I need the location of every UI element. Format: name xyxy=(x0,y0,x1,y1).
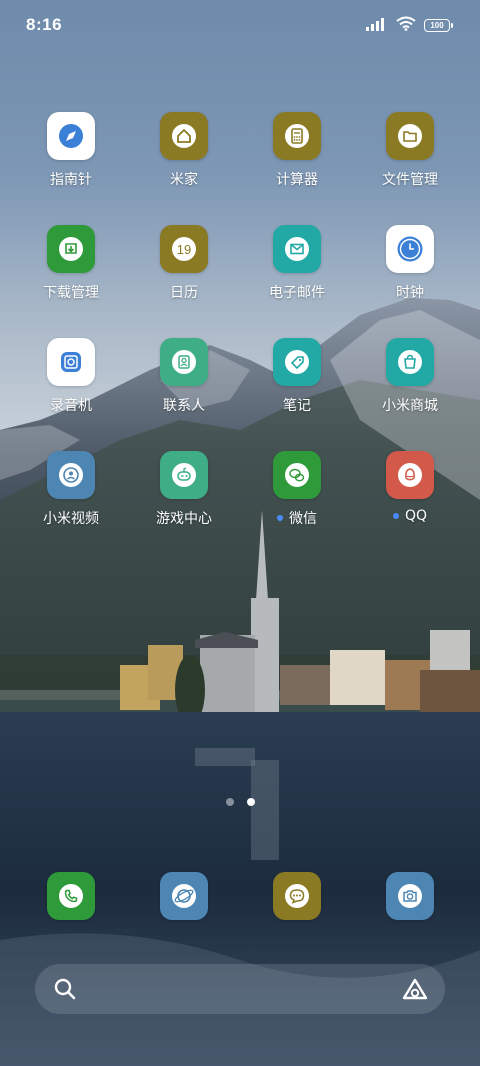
app-label: QQ xyxy=(404,508,428,524)
dock-messages[interactable] xyxy=(242,872,352,920)
new-install-dot xyxy=(392,513,399,519)
compass-icon xyxy=(47,112,95,160)
app-grid: 指南针 米家 计算器 文件管理 下载管理 19 日历 电子邮件 时钟 录音机 联… xyxy=(0,0,480,560)
app-label: 电子邮件 xyxy=(269,285,325,301)
app-clock[interactable]: 时钟 xyxy=(355,225,465,302)
app-label: 下载管理 xyxy=(43,285,99,301)
notes-tag-icon xyxy=(273,338,321,386)
new-install-dot xyxy=(277,515,283,521)
page-indicator[interactable] xyxy=(0,798,480,806)
app-label: 米家 xyxy=(170,172,198,188)
app-label: 笔记 xyxy=(283,398,311,414)
wechat-icon xyxy=(273,451,321,499)
app-label: 录音机 xyxy=(50,398,92,414)
app-label: 小米商城 xyxy=(382,398,438,414)
camera-icon xyxy=(386,872,434,920)
shopping-bag-icon xyxy=(386,338,434,386)
app-mi-store[interactable]: 小米商城 xyxy=(355,338,465,415)
global-search-bar[interactable] xyxy=(35,964,445,1014)
mail-icon xyxy=(273,225,321,273)
dock xyxy=(0,872,480,922)
app-contacts[interactable]: 联系人 xyxy=(129,338,239,415)
dock-browser[interactable] xyxy=(129,872,239,920)
app-notes[interactable]: 笔记 xyxy=(242,338,352,415)
page-dot[interactable] xyxy=(225,798,234,806)
dock-phone[interactable] xyxy=(16,872,126,920)
search-icon[interactable] xyxy=(53,977,77,1001)
app-label: 小米视频 xyxy=(43,511,99,527)
app-compass[interactable]: 指南针 xyxy=(16,112,126,189)
app-label: 联系人 xyxy=(163,398,205,414)
video-icon xyxy=(47,451,95,499)
app-wechat[interactable]: 微信 xyxy=(242,451,352,528)
app-label: 日历 xyxy=(170,285,198,301)
clock-icon xyxy=(386,225,434,273)
app-label: 游戏中心 xyxy=(156,511,212,527)
app-calculator[interactable]: 计算器 xyxy=(242,112,352,189)
app-label: 文件管理 xyxy=(382,172,438,188)
gamepad-icon xyxy=(160,451,208,499)
app-label: 指南针 xyxy=(50,172,92,188)
folder-icon xyxy=(386,112,434,160)
app-recorder[interactable]: 录音机 xyxy=(16,338,126,415)
download-icon xyxy=(47,225,95,273)
recorder-icon xyxy=(47,338,95,386)
page-dot-active[interactable] xyxy=(246,798,255,806)
svg-text:19: 19 xyxy=(177,242,191,257)
app-label: 时钟 xyxy=(396,285,424,301)
app-download-manager[interactable]: 下载管理 xyxy=(16,225,126,302)
phone-icon xyxy=(47,872,95,920)
app-game-center[interactable]: 游戏中心 xyxy=(129,451,239,528)
dock-camera[interactable] xyxy=(355,872,465,920)
calendar-icon: 19 xyxy=(160,225,208,273)
calculator-icon xyxy=(273,112,321,160)
app-mi-video[interactable]: 小米视频 xyxy=(16,451,126,528)
app-label: 计算器 xyxy=(276,172,318,188)
app-label: 微信 xyxy=(289,511,317,527)
app-file-manager[interactable]: 文件管理 xyxy=(355,112,465,189)
home-icon xyxy=(160,112,208,160)
app-email[interactable]: 电子邮件 xyxy=(242,225,352,302)
ai-assistant-icon[interactable] xyxy=(401,976,429,1004)
browser-icon xyxy=(160,872,208,920)
qq-icon xyxy=(386,451,434,499)
app-mijia[interactable]: 米家 xyxy=(129,112,239,189)
contacts-icon xyxy=(160,338,208,386)
messages-icon xyxy=(273,872,321,920)
app-calendar[interactable]: 19 日历 xyxy=(129,225,239,302)
app-qq[interactable]: QQ xyxy=(355,451,465,524)
